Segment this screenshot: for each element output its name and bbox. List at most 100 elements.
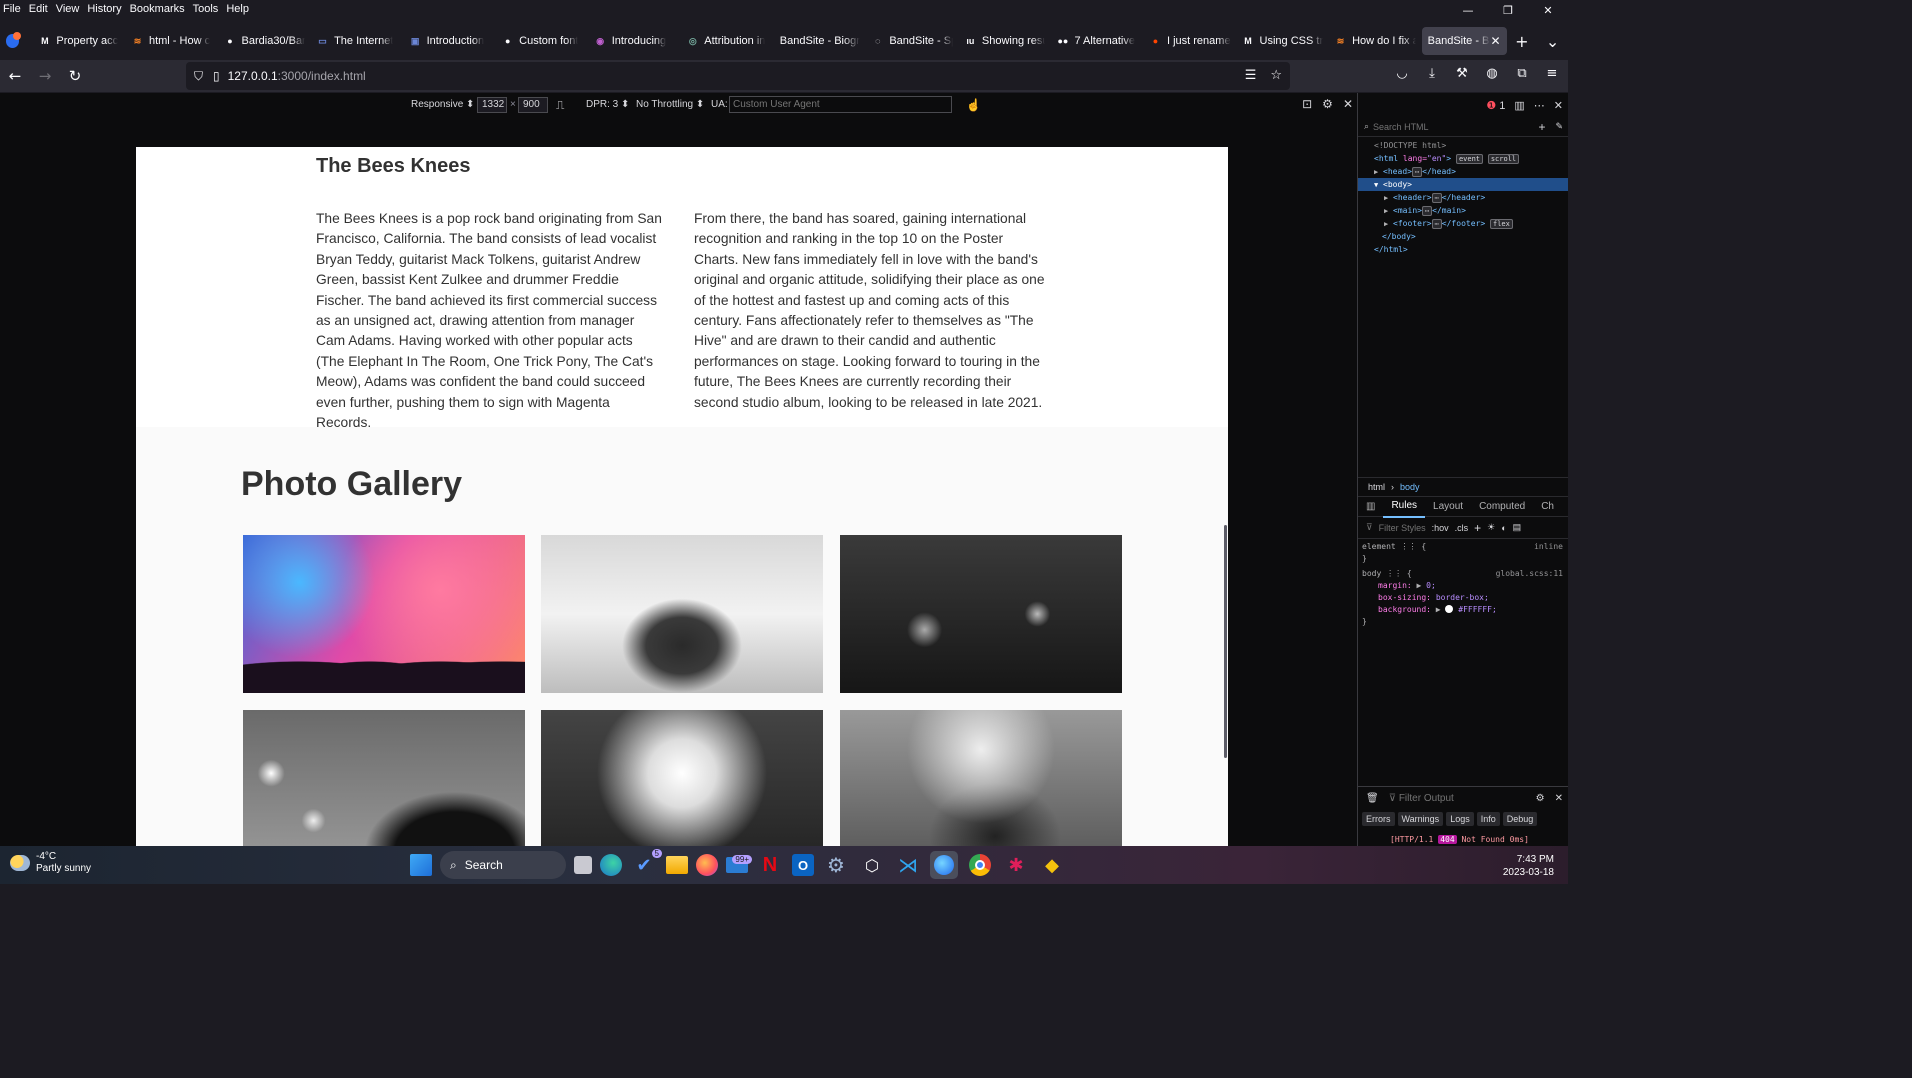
menu-view[interactable]: View: [53, 3, 85, 15]
reader-view-icon[interactable]: ☰: [1245, 68, 1257, 83]
browser-tab[interactable]: ● Bardia30/Bar: [219, 27, 312, 55]
trash-icon[interactable]: 🗑: [1366, 793, 1379, 804]
menu-edit[interactable]: Edit: [26, 3, 53, 15]
tab-computed[interactable]: Computed: [1471, 497, 1533, 517]
file-explorer-icon[interactable]: [666, 856, 688, 874]
filter-styles-input[interactable]: Filter Styles: [1379, 523, 1426, 533]
browser-tab[interactable]: ● Custom font: [496, 27, 589, 55]
menu-tools[interactable]: Tools: [190, 3, 224, 15]
hamburger-menu-icon[interactable]: ≡: [1542, 66, 1562, 81]
dark-theme-icon[interactable]: ◐: [1501, 523, 1506, 533]
markup-main[interactable]: ▶ <main> ⋯ </main>: [1358, 204, 1568, 217]
close-window-icon[interactable]: ✕: [1528, 0, 1568, 22]
task-view-icon[interactable]: [574, 856, 592, 874]
tab-rules[interactable]: Rules: [1383, 496, 1426, 518]
todo-icon[interactable]: ✔ 5: [630, 849, 662, 879]
browser-tab[interactable]: ≋ html - How c: [126, 27, 219, 55]
rule-element[interactable]: element ⋮⋮ {inline: [1362, 541, 1567, 553]
windows-start-icon[interactable]: [410, 854, 432, 876]
scroll-badge[interactable]: scroll: [1487, 154, 1520, 164]
restore-icon[interactable]: ❐: [1488, 0, 1528, 22]
taskbar-search[interactable]: ⌕ Search: [440, 851, 566, 879]
dpr-selector[interactable]: DPR: 3 ⬍: [586, 93, 629, 117]
markup-doctype[interactable]: <!DOCTYPE html>: [1358, 139, 1568, 152]
viewport-height-input[interactable]: 900: [518, 97, 548, 113]
box-sizing-value[interactable]: border-box;: [1436, 593, 1489, 602]
rotate-icon[interactable]: ⎍: [556, 93, 564, 117]
url-text[interactable]: 127.0.0.1:3000/index.html: [228, 69, 366, 83]
console-settings-icon[interactable]: ⚙: [1536, 793, 1545, 804]
system-clock[interactable]: 7:43 PM 2023-03-18: [1503, 853, 1554, 879]
browser-tab-active[interactable]: BandSite - Bio✕: [1421, 27, 1507, 55]
close-tab-icon[interactable]: ✕: [1490, 34, 1500, 48]
edge-icon[interactable]: [600, 854, 622, 876]
account-icon[interactable]: ◍: [1482, 66, 1502, 81]
more-icon[interactable]: ⋯: [1534, 99, 1545, 112]
url-bar[interactable]: ⛉ ▯ 127.0.0.1:3000/index.html ☰ ☆: [186, 62, 1290, 90]
throttling-selector[interactable]: No Throttling ⬍: [636, 93, 704, 117]
firefox-view-icon[interactable]: [6, 32, 22, 48]
git-client-icon[interactable]: ◆: [1038, 851, 1066, 879]
tab-layout[interactable]: Layout: [1425, 497, 1471, 517]
download-icon[interactable]: ⤓: [1422, 66, 1442, 81]
browser-tab[interactable]: ıu Showing resu: [959, 27, 1052, 55]
touch-simulation-icon[interactable]: ☝: [966, 93, 981, 117]
browser-tab[interactable]: ▣ Introduction: [404, 27, 497, 55]
settings-icon[interactable]: ⚙: [822, 851, 850, 879]
browser-tab[interactable]: ◌ BandSite - Sp: [866, 27, 959, 55]
new-tab-icon[interactable]: +: [1507, 32, 1538, 51]
decl-margin[interactable]: margin: ▶ 0;: [1362, 580, 1567, 592]
close-rdm-icon[interactable]: ✕: [1343, 97, 1353, 111]
console-tab-info[interactable]: Info: [1476, 812, 1500, 826]
outlook-icon[interactable]: O: [792, 854, 814, 876]
ellipsis-badge[interactable]: ⋯: [1431, 193, 1442, 203]
ellipsis-badge[interactable]: ⋯: [1431, 219, 1442, 229]
shield-icon[interactable]: ⛉: [194, 69, 203, 84]
layout-toggle-icon[interactable]: ▥: [1358, 497, 1383, 517]
ellipsis-badge[interactable]: ⋯: [1421, 206, 1433, 216]
console-error-message[interactable]: [HTTP/1.1 404 Not Found 0ms]: [1390, 835, 1529, 844]
forward-icon[interactable]: →: [30, 67, 60, 85]
color-swatch-icon[interactable]: [1445, 605, 1454, 613]
rule-body[interactable]: body ⋮⋮ {global.scss:11: [1362, 568, 1567, 580]
firefox-dev-icon[interactable]: [930, 851, 958, 879]
margin-value[interactable]: 0;: [1426, 581, 1436, 590]
error-count-icon[interactable]: ❶ 1: [1486, 99, 1505, 112]
light-theme-icon[interactable]: ☀: [1487, 522, 1495, 533]
close-devtools-icon[interactable]: ✕: [1554, 99, 1563, 112]
cls-toggle[interactable]: .cls: [1455, 523, 1469, 533]
background-value[interactable]: #FFFFFF;: [1458, 605, 1497, 614]
unity-icon[interactable]: ⬡: [858, 851, 886, 879]
browser-tab[interactable]: ≋ How do I fix a: [1329, 27, 1422, 55]
firefox-icon[interactable]: [696, 854, 718, 876]
browser-tab[interactable]: ● I just rename: [1144, 27, 1237, 55]
console-tab-errors[interactable]: Errors: [1362, 812, 1395, 826]
ellipsis-badge[interactable]: ⋯: [1411, 167, 1423, 177]
breadcrumb-body[interactable]: body: [1400, 482, 1420, 492]
pocket-icon[interactable]: ◡: [1392, 66, 1412, 81]
minimize-icon[interactable]: —: [1448, 0, 1488, 22]
mail-icon[interactable]: 99+: [726, 855, 752, 873]
netflix-icon[interactable]: N: [756, 851, 784, 879]
settings-gear-icon[interactable]: ⚙: [1322, 97, 1333, 111]
device-selector[interactable]: Responsive ⬍: [411, 93, 474, 117]
rule-element-source[interactable]: inline: [1534, 541, 1563, 553]
browser-tab[interactable]: ▭ The Internet: [311, 27, 404, 55]
slack-icon[interactable]: ✱: [1002, 851, 1030, 879]
browser-tab[interactable]: M Using CSS tra: [1237, 27, 1330, 55]
browser-tab[interactable]: BandSite - Biogra: [774, 27, 867, 55]
filter-output-input[interactable]: ⊽ Filter Output: [1389, 793, 1454, 804]
dock-icon[interactable]: ▥: [1514, 99, 1524, 112]
menu-file[interactable]: File: [0, 3, 26, 15]
user-agent-input[interactable]: [729, 96, 952, 113]
bookmark-star-icon[interactable]: ☆: [1270, 68, 1282, 83]
tab-changes[interactable]: Ch: [1533, 497, 1562, 517]
weather-widget[interactable]: -4°C Partly sunny: [10, 851, 91, 875]
add-rule-icon[interactable]: +: [1474, 521, 1481, 535]
page-icon[interactable]: ▯: [213, 69, 220, 83]
markup-html-close[interactable]: </html>: [1358, 243, 1568, 256]
breadcrumb-html[interactable]: html: [1368, 482, 1385, 492]
markup-head[interactable]: ▶ <head> ⋯ </head>: [1358, 165, 1568, 178]
browser-tab[interactable]: ◉ Introducing: [589, 27, 682, 55]
back-icon[interactable]: ←: [0, 67, 30, 85]
